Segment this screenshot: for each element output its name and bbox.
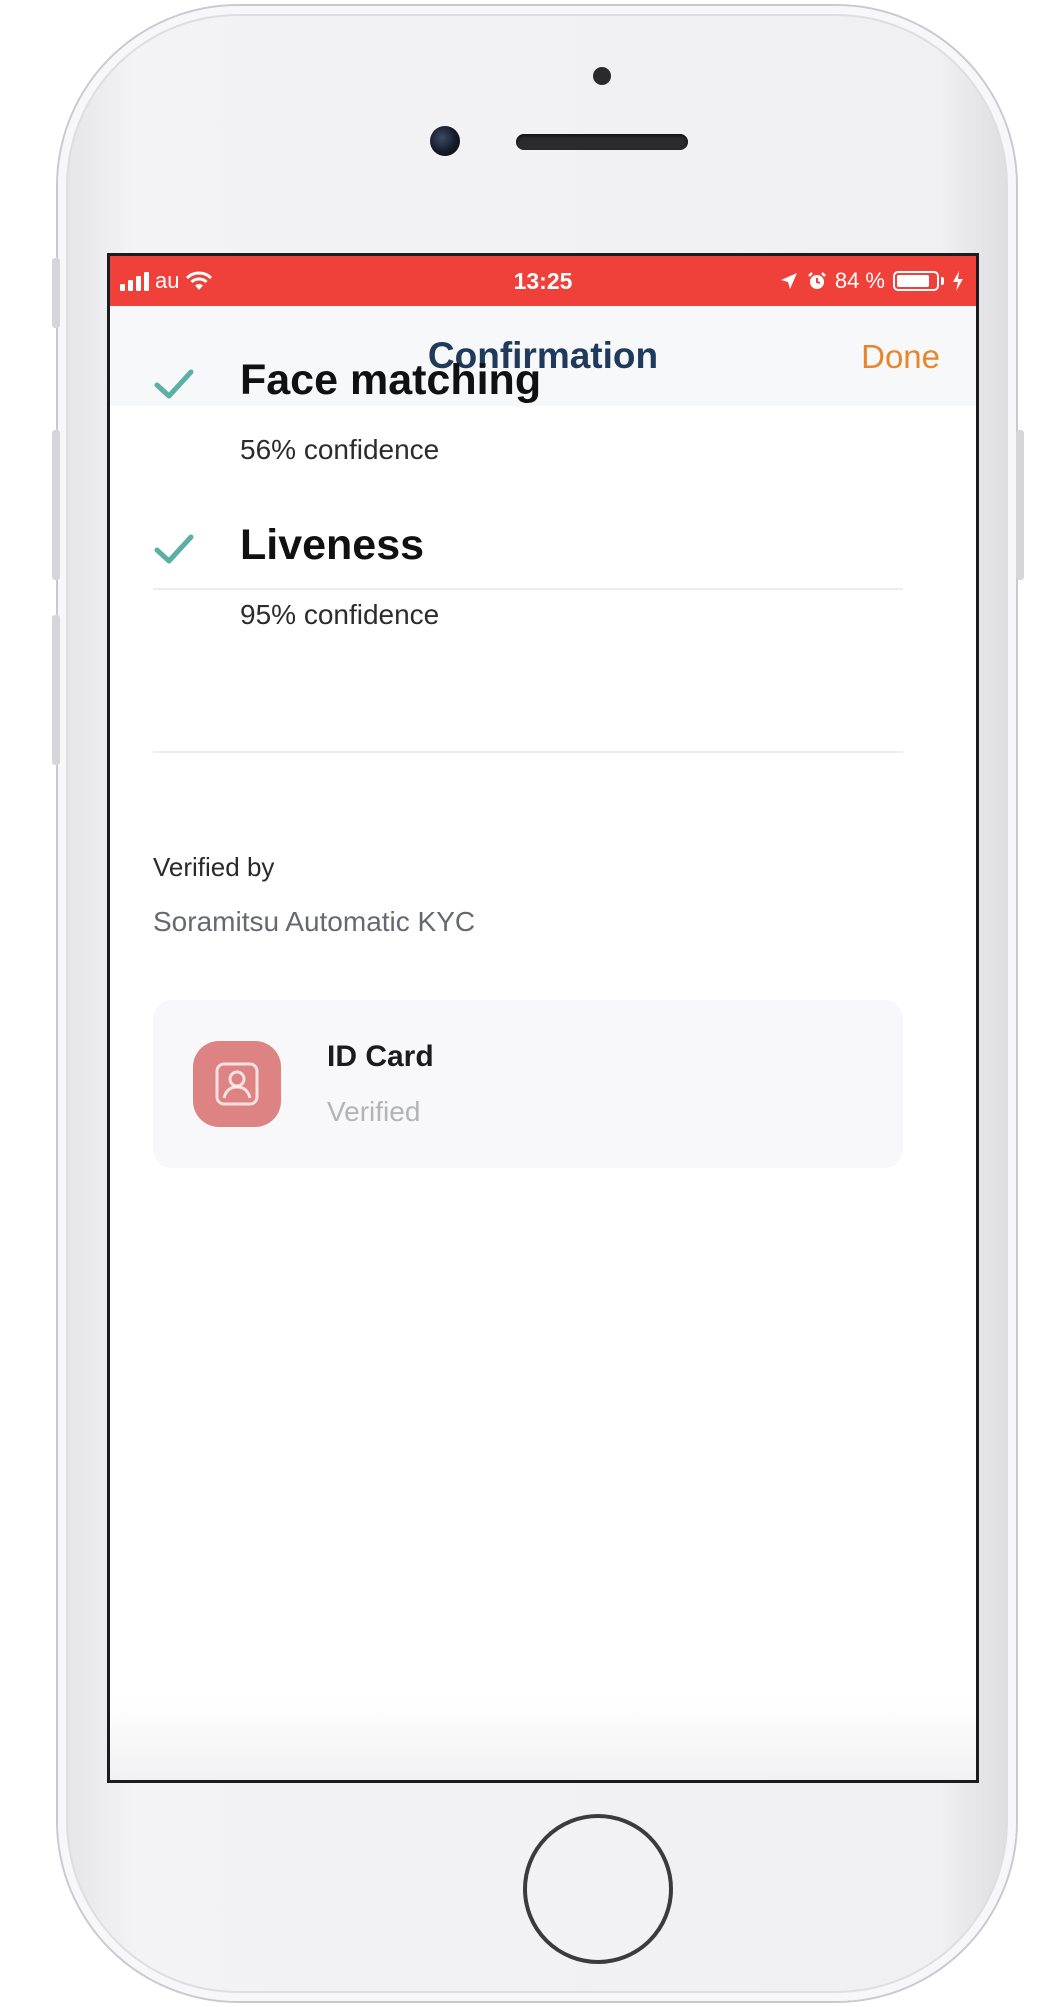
divider [153,588,903,590]
document-card-id-card[interactable]: ID Card Verified [153,1000,903,1168]
divider [153,751,903,753]
location-arrow-icon [780,273,797,289]
checkmark-icon [154,369,194,399]
check-confidence: 95% confidence [240,599,440,630]
verified-by-label: Verified by [153,852,275,882]
checkmark-icon [154,534,194,564]
bottom-toolbar-area [110,1700,976,1780]
home-button[interactable] [523,1814,673,1964]
battery-percent: 84 % [834,268,885,293]
sensor-dot [593,67,611,85]
check-title: Face matching [240,356,542,404]
status-bar-right: 84 % [779,268,964,294]
id-card-icon [193,1041,281,1127]
alarm-icon [807,272,826,289]
charging-bolt-icon [953,271,963,291]
verified-by-value: Soramitsu Automatic KYC [153,906,476,937]
status-bar: au 13:25 84 % [110,256,976,306]
done-button[interactable]: Done [861,306,940,408]
battery-icon [893,271,939,291]
earpiece-speaker [516,134,688,150]
check-confidence: 56% confidence [240,434,440,465]
power-button [1016,430,1024,580]
document-status: Verified [327,1096,421,1127]
device-frame-stage: au 13:25 84 % Confirmation Done Face mat… [0,0,1041,2007]
battery-tip [941,277,944,285]
document-title: ID Card [327,1040,434,1073]
volume-up-button [52,430,60,580]
volume-down-button [52,615,60,765]
check-title: Liveness [240,521,425,569]
app-screen: au 13:25 84 % Confirmation Done Face mat… [107,253,979,1783]
battery-level-fill [897,275,929,287]
mute-switch [52,258,60,328]
front-camera [430,126,460,156]
